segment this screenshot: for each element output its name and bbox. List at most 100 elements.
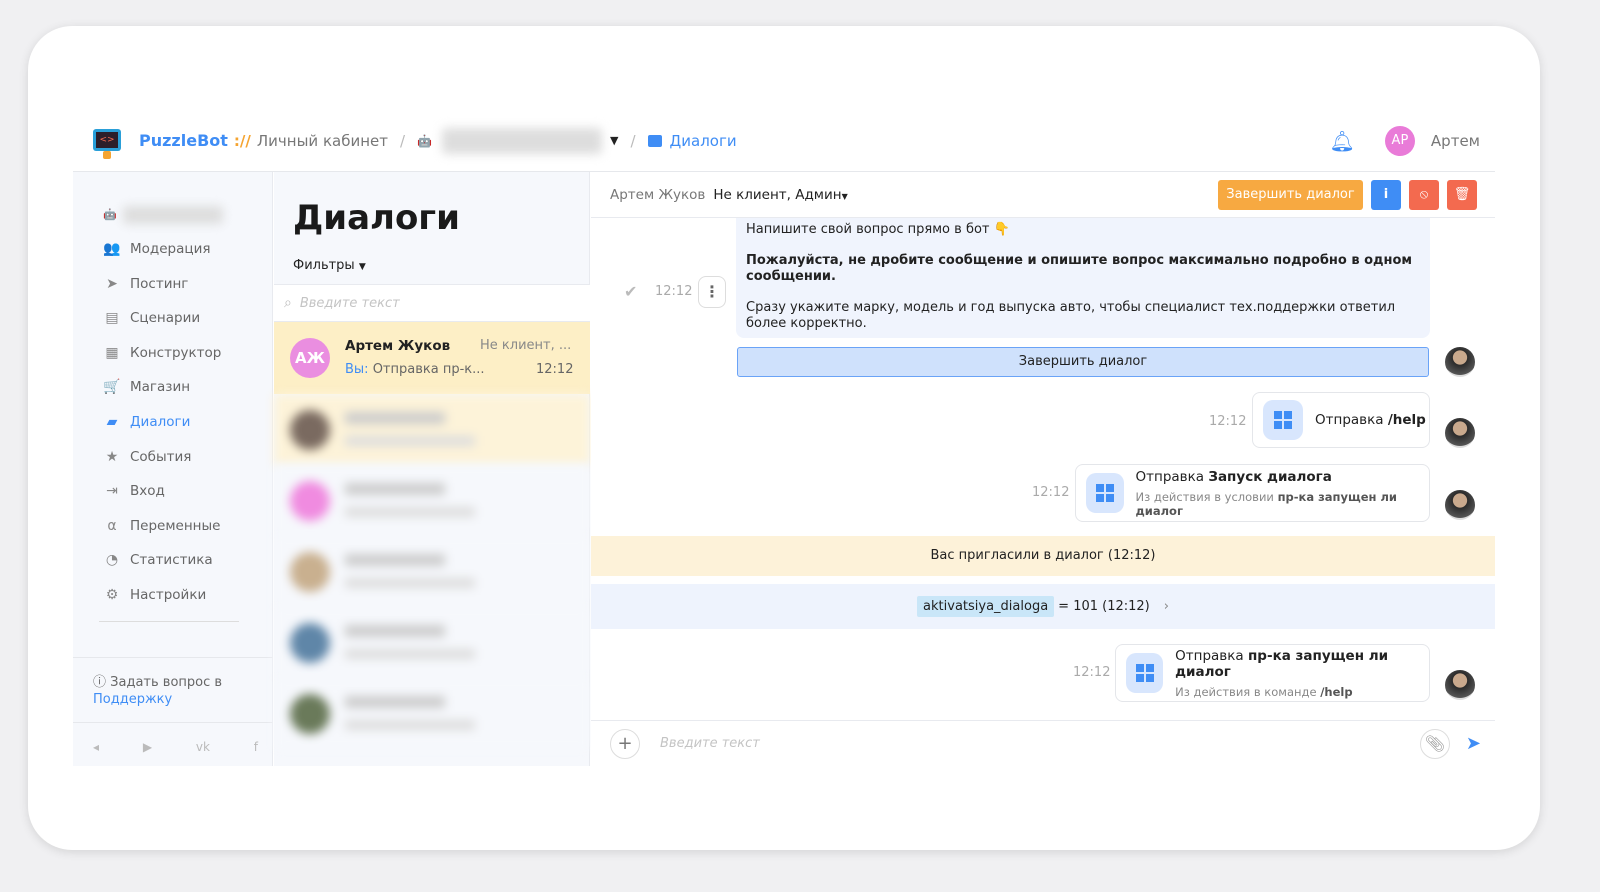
sidebar-item-label: События [130,448,192,465]
sidebar-item[interactable]: ➤ Постинг [103,276,188,292]
users-icon: 👥 [103,241,121,257]
add-attachment-button[interactable]: + [610,728,640,759]
vk-icon[interactable]: vk [196,740,210,754]
block-button[interactable]: ⦸ [1409,179,1439,210]
social-links: ◂ ▶ vk f [93,740,258,754]
sidebar-item-label: Модерация [130,241,211,257]
finish-dialog-button[interactable]: Завершить диалог [1218,179,1363,210]
chevron-down-icon: ▼ [358,262,366,272]
sidebar-item-label: Конструктор [130,344,222,361]
message-line: Сразу укажите марку, модель и год выпуск… [746,300,1396,331]
dialog-item-blurred[interactable] [274,678,590,749]
support-link[interactable]: Поддержку [93,692,172,707]
action-source: Из действия в условии пр-ка запущен ли д… [1135,489,1397,518]
blurred-text [345,507,475,517]
chevron-down-icon: ▼ [841,191,848,201]
delete-button[interactable]: 🗑︎ [1447,179,1477,210]
dialog-item-active[interactable]: АЖ Артем Жуков Не клиент, ... Вы: Отправ… [274,322,590,394]
blurred-text [345,578,475,588]
send-icon[interactable]: ➤ [1466,733,1481,754]
divider [99,621,239,622]
filters-label: Фильтры [293,258,355,273]
contact-status-dropdown[interactable]: Не клиент, Админ▼ [713,187,847,203]
check-icon: ✔ [624,282,638,301]
sidebar-item[interactable]: ▦ Конструктор [103,345,221,361]
sidebar-item[interactable]: ▰ Диалоги [103,414,191,430]
message-input[interactable]: Введите текст [660,736,1420,751]
sidebar-item[interactable]: ⇥ Вход [103,483,165,499]
divider [73,722,273,723]
avatar [290,552,330,592]
blurred-text [345,649,475,659]
operator-avatar [1445,347,1475,377]
breadcrumb-divider: / [630,131,636,150]
breadcrumb-dialogs[interactable]: Диалоги [670,132,737,150]
sidebar-item[interactable]: ⚙ Настройки [103,587,207,603]
message-time: 12:12 [655,284,693,299]
facebook-icon[interactable]: f [254,740,258,754]
dialog-item-blurred[interactable] [274,536,590,607]
youtube-icon[interactable]: ▶ [143,740,152,754]
avatar[interactable]: АР [1384,125,1415,156]
status-label: Не клиент, Админ [713,186,842,203]
puzzlebot-logo-icon[interactable]: <> [91,123,123,159]
message-time: 12:12 [1209,414,1247,429]
contact-name: Артем Жуков [345,338,451,354]
app: <> PuzzleBot :// Личный кабинет / 🤖 ▼ / … [73,110,1495,766]
breadcrumb-cabinet[interactable]: Личный кабинет [257,132,388,150]
brand-name[interactable]: PuzzleBot [139,131,228,150]
bot-icon: 🤖 [103,208,117,221]
dialog-item-blurred[interactable] [274,607,590,678]
operator-avatar [1445,490,1475,520]
sidebar-item-label: Сценарии [130,310,201,327]
grid-icon: ▦ [105,344,119,361]
user-name[interactable]: Артем [1431,132,1480,150]
more-options-button[interactable]: ⋮ [698,276,726,308]
paperclip-icon[interactable]: 📎︎ [1419,728,1450,759]
help-block: ⓘ Задать вопрос в Поддержку [93,674,222,708]
sidebar-item[interactable]: 🛒 Магазин [103,379,190,395]
sidebar-item[interactable]: α Переменные [103,518,220,534]
sidebar-item-label: Диалоги [130,414,191,430]
variable-notice[interactable]: aktivatsiya_dialoga = 101 (12:12) › [591,584,1495,629]
sidebar-item[interactable]: ▤ Сценарии [103,310,200,326]
action-source: Из действия в команде /help [1175,684,1353,699]
chevron-right-icon[interactable]: › [1164,599,1169,614]
message-preview: Отправка пр-к... [372,362,485,377]
variable-icon: α [107,517,117,534]
bot-selector-blurred[interactable] [442,127,602,154]
bot-name-blurred [123,206,223,224]
variable-value: = 101 (12:12) [1058,599,1150,614]
chevron-down-icon[interactable]: ▼ [610,134,618,147]
sidebar-item-label: Вход [130,483,165,500]
bot-icon: 🤖 [417,133,432,148]
blurred-text [345,696,445,708]
sidebar-item-label: Постинг [130,275,189,292]
telegram-icon[interactable]: ◂ [93,740,99,754]
dialog-item-blurred[interactable] [274,465,590,536]
grid-icon [1263,400,1303,440]
sidebar-item[interactable]: ★ События [103,448,192,465]
sidebar-item[interactable]: ◔ Статистика [103,552,213,568]
chat-panel: Артем Жуков Не клиент, Админ▼ Завершить … [591,172,1495,766]
info-button[interactable]: i [1371,179,1401,210]
avatar [290,481,330,521]
search-input[interactable]: Введите текст [300,296,400,311]
search-box[interactable]: ⌕ Введите текст [274,284,590,322]
bell-icon[interactable]: 🔔︎ [1330,129,1355,153]
avatar [290,623,330,663]
avatar [290,410,330,450]
message-line-bold: Пожалуйста, не дробите сообщение и опиши… [746,253,1413,284]
inline-finish-dialog-button[interactable]: Завершить диалог [737,347,1429,377]
pie-chart-icon: ◔ [105,552,119,569]
dialog-item-blurred[interactable] [274,394,590,465]
top-bar: <> PuzzleBot :// Личный кабинет / 🤖 ▼ / … [73,110,1495,172]
sidebar-item[interactable]: 👥 Модерация [103,241,210,257]
blurred-text [345,720,475,730]
last-message: Вы: Отправка пр-к... [345,362,485,377]
page-title: Диалоги [293,198,460,238]
action-text: Отправка /help [1315,412,1426,428]
search-icon: ⌕ [284,295,292,311]
filters-dropdown[interactable]: Фильтры ▼ [293,258,366,273]
login-icon: ⇥ [106,483,118,500]
